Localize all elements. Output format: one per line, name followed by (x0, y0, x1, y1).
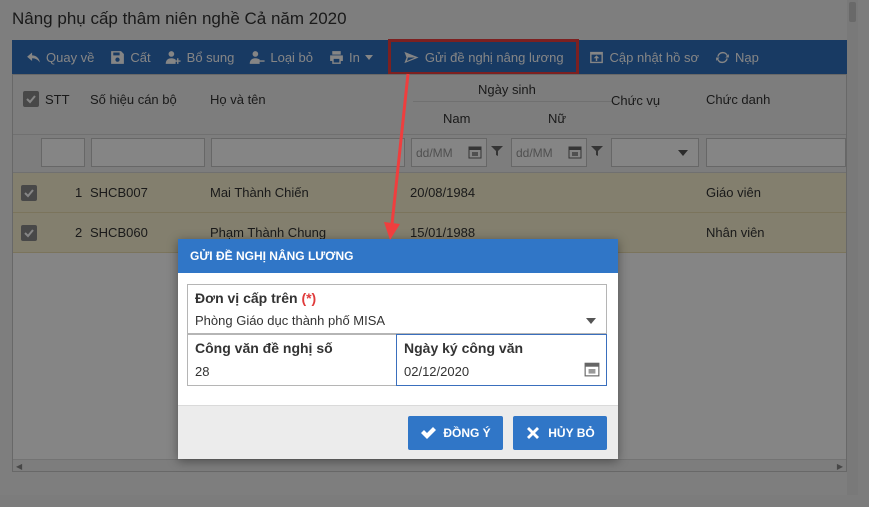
document-number-field[interactable]: Công văn đề nghị số 28 (187, 334, 397, 386)
parent-unit-select[interactable]: Đơn vị cấp trên (*) Phòng Giáo dục thành… (187, 284, 607, 334)
chevron-down-icon (586, 318, 596, 324)
signing-date-value: 02/12/2020 (404, 364, 470, 379)
salary-request-dialog: GỬI ĐỀ NGHỊ NÂNG LƯƠNG Đơn vị cấp trên (… (178, 239, 618, 459)
dialog-title: GỬI ĐỀ NGHỊ NÂNG LƯƠNG (178, 239, 618, 273)
required-marker: (*) (301, 290, 317, 306)
dialog-body: Đơn vị cấp trên (*) Phòng Giáo dục thành… (178, 273, 618, 405)
cancel-button[interactable]: HỦY BỎ (513, 416, 607, 450)
ok-button[interactable]: ĐỒNG Ý (408, 416, 503, 450)
document-number-value: 28 (195, 364, 210, 379)
calendar-icon[interactable] (584, 361, 600, 377)
dialog-footer: ĐỒNG Ý HỦY BỎ (178, 405, 618, 459)
cancel-label: HỦY BỎ (548, 426, 595, 440)
document-number-label: Công văn đề nghị số (195, 340, 333, 356)
parent-unit-label: Đơn vị cấp trên (*) (195, 290, 317, 306)
ok-label: ĐỒNG Ý (443, 426, 491, 440)
signing-date-label: Ngày ký công văn (404, 340, 524, 356)
signing-date-field[interactable]: Ngày ký công văn 02/12/2020 (396, 334, 607, 386)
close-icon (527, 427, 540, 439)
parent-unit-value: Phòng Giáo dục thành phố MISA (195, 313, 386, 328)
bottom-bar (0, 495, 869, 507)
checkmark-icon (421, 427, 437, 439)
